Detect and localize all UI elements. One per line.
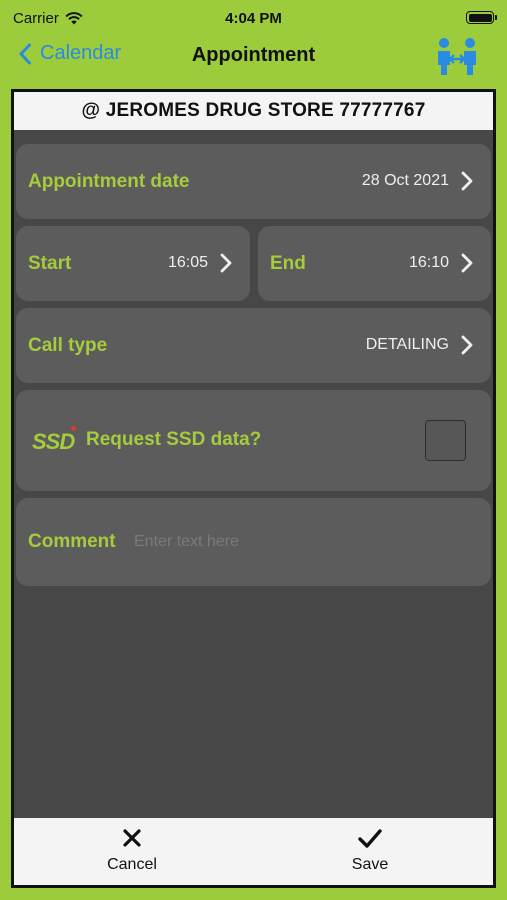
- save-button[interactable]: Save: [310, 824, 430, 880]
- appointment-form: @ JEROMES DRUG STORE 77777767 Appointmen…: [11, 89, 496, 888]
- meeting-people-button[interactable]: [435, 37, 479, 77]
- page-title: Appointment: [191, 44, 316, 66]
- appointment-date-row[interactable]: Appointment date 28 Oct 2021: [16, 144, 491, 219]
- start-value: 16:05: [167, 254, 208, 271]
- nav-bar: Calendar Appointment: [0, 34, 507, 84]
- comment-label: Comment: [28, 531, 116, 552]
- chevron-right-icon: [461, 335, 473, 355]
- save-label: Save: [351, 856, 389, 873]
- end-label: End: [270, 253, 306, 274]
- chevron-right-icon: [220, 253, 232, 273]
- status-bar: Carrier 4:04 PM: [0, 0, 507, 34]
- chevron-right-icon: [461, 171, 473, 191]
- end-time-row[interactable]: End 16:10: [258, 226, 491, 301]
- status-time: 4:04 PM: [225, 10, 282, 27]
- ssd-request-row: SSD Request SSD data?: [16, 390, 491, 491]
- cancel-button[interactable]: Cancel: [72, 824, 192, 880]
- appointment-date-value: 28 Oct 2021: [361, 172, 449, 189]
- start-time-row[interactable]: Start 16:05: [16, 226, 250, 301]
- close-icon: [123, 829, 141, 847]
- call-type-row[interactable]: Call type DETAILING: [16, 308, 491, 383]
- cancel-label: Cancel: [107, 856, 157, 873]
- ssd-logo-icon: SSD: [32, 426, 76, 454]
- appointment-date-label: Appointment date: [28, 171, 190, 192]
- ssd-request-checkbox[interactable]: [425, 420, 466, 461]
- start-label: Start: [28, 253, 72, 274]
- store-header: @ JEROMES DRUG STORE 77777767: [14, 92, 493, 130]
- meeting-people-icon: [438, 38, 476, 75]
- call-type-value: DETAILING: [365, 336, 449, 353]
- comment-input[interactable]: Enter text here: [134, 533, 474, 555]
- ssd-logo-text: SSD: [32, 429, 75, 454]
- checkmark-icon: [358, 829, 382, 848]
- battery-icon: [466, 11, 497, 24]
- end-value: 16:10: [408, 254, 449, 271]
- call-type-label: Call type: [28, 335, 108, 356]
- comment-row: Comment Enter text here: [16, 498, 491, 586]
- bottom-toolbar: Cancel Save: [14, 818, 493, 885]
- chevron-right-icon: [461, 253, 473, 273]
- ssd-request-label: Request SSD data?: [86, 429, 262, 450]
